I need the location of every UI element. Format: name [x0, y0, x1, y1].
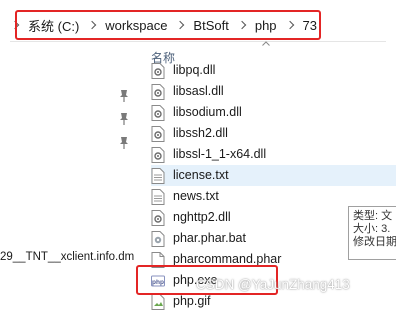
tooltip-size: 大小: 3.: [353, 223, 391, 235]
file-name: libssh2.dll: [173, 126, 228, 140]
file-row-selected[interactable]: license.txt: [151, 165, 396, 186]
file-name: libsodium.dll: [173, 105, 242, 119]
address-highlight-box: [15, 10, 321, 40]
file-name: libssl-1_1-x64.dll: [173, 147, 267, 161]
file-tooltip: 类型: 文 大小: 3. 修改日期: [348, 206, 396, 260]
file-row[interactable]: libsodium.dll: [151, 102, 396, 123]
pin-icon[interactable]: [118, 112, 130, 126]
tooltip-type: 类型: 文: [353, 210, 393, 222]
pin-icon[interactable]: [118, 136, 130, 150]
dll-icon: [151, 104, 165, 121]
php-exe-highlight-box: [136, 265, 278, 295]
text-file-icon: [151, 188, 165, 205]
nav-item-file[interactable]: 29__TNT__xclient.info.dm: [0, 251, 134, 263]
dll-icon: [151, 125, 165, 142]
tooltip-modified: 修改日期: [353, 236, 396, 248]
dll-icon: [151, 146, 165, 163]
file-row[interactable]: libpq.dll: [151, 60, 396, 81]
file-name: libsasl.dll: [173, 84, 224, 98]
sort-chevron-up-icon[interactable]: [262, 41, 270, 46]
file-row[interactable]: libssh2.dll: [151, 123, 396, 144]
file-name: libpq.dll: [173, 63, 216, 77]
pin-icon[interactable]: [118, 89, 130, 103]
image-file-icon: [151, 293, 165, 310]
text-file-icon: [151, 167, 165, 184]
dll-icon: [151, 83, 165, 100]
dll-icon: [151, 209, 165, 226]
file-name: nghttp2.dll: [173, 210, 231, 224]
file-name: license.txt: [173, 168, 229, 182]
file-row[interactable]: libssl-1_1-x64.dll: [151, 144, 396, 165]
file-row[interactable]: news.txt: [151, 186, 396, 207]
batch-file-icon: [151, 230, 165, 247]
file-name: news.txt: [173, 189, 219, 203]
navigation-pane: 29__TNT__xclient.info.dm: [0, 42, 138, 305]
dll-icon: [151, 62, 165, 79]
file-row[interactable]: libsasl.dll: [151, 81, 396, 102]
file-name: phar.phar.bat: [173, 231, 246, 245]
